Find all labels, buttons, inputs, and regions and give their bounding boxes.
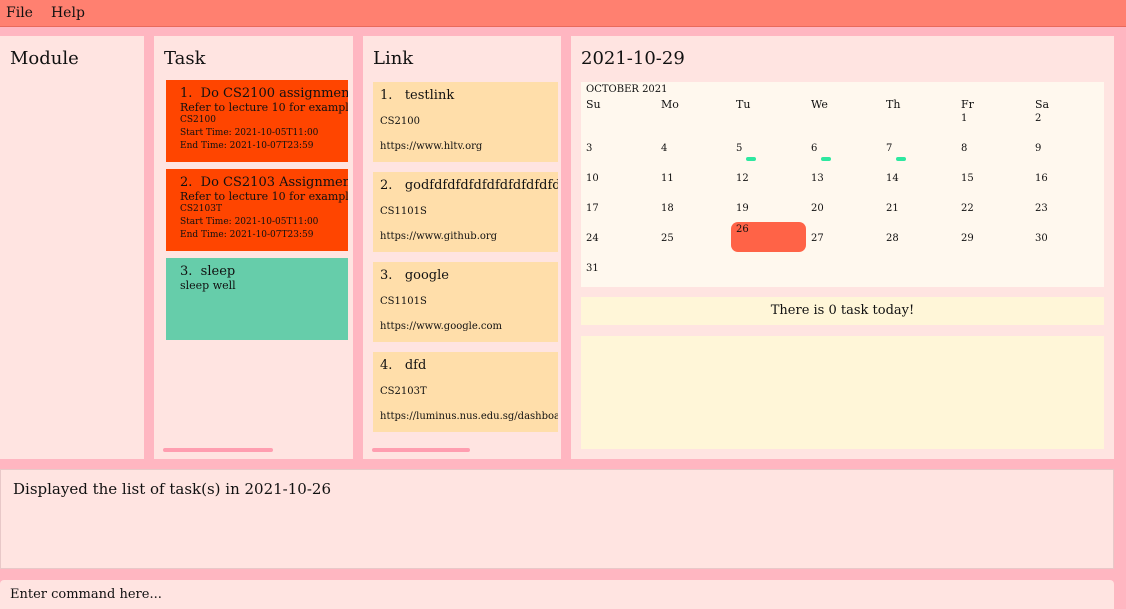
calendar-day[interactable]: 23: [1035, 203, 1048, 214]
task-description: Refer to lecture 10 for examples: [180, 190, 348, 203]
calendar-day[interactable]: 9: [1035, 143, 1041, 154]
link-url[interactable]: https://www.google.com: [380, 321, 502, 332]
menu-file[interactable]: File: [6, 5, 33, 21]
calendar-month-label: OCTOBER 2021: [586, 84, 668, 95]
link-url[interactable]: https://www.github.org: [380, 231, 497, 242]
calendar-day[interactable]: 5: [736, 143, 742, 154]
calendar-day[interactable]: 20: [811, 203, 824, 214]
menu-help[interactable]: Help: [51, 5, 85, 21]
weekday-header: We: [811, 98, 828, 111]
calendar-day[interactable]: 14: [886, 173, 899, 184]
task-indicator: [896, 157, 906, 161]
link-url[interactable]: https://www.hltv.org: [380, 141, 482, 152]
task-start-time: Start Time: 2021-10-05T11:00: [180, 217, 319, 227]
weekday-header: Sa: [1035, 98, 1050, 111]
calendar-day[interactable]: 17: [586, 203, 599, 214]
command-input[interactable]: [0, 580, 1114, 609]
task-module: CS2100: [180, 115, 216, 125]
menu-bar: File Help: [0, 0, 1126, 27]
calendar-day[interactable]: 7: [886, 143, 892, 154]
link-module: CS2103T: [380, 386, 427, 397]
calendar-day[interactable]: 12: [736, 173, 749, 184]
calendar-day[interactable]: 6: [811, 143, 817, 154]
task-title: 3. sleep: [180, 264, 236, 279]
result-display: Displayed the list of task(s) in 2021-10…: [0, 469, 1114, 569]
link-module: CS1101S: [380, 206, 427, 217]
calendar-day[interactable]: 16: [1035, 173, 1048, 184]
task-panel-title: Task: [164, 48, 206, 69]
task-horizontal-scrollbar[interactable]: [163, 448, 273, 452]
calendar-day[interactable]: 3: [586, 143, 592, 154]
calendar-panel: 2021-10-29 OCTOBER 2021 Su Mo Tu We Th Fr Sa 1 2…: [571, 36, 1114, 459]
link-panel-title: Link: [373, 48, 414, 69]
link-title: 3. google: [380, 268, 449, 283]
today-task-message: There is 0 task today!: [581, 297, 1104, 325]
month-calendar: OCTOBER 2021 Su Mo Tu We Th Fr Sa 1 2 3 4 5 6 7 8 9 10 11…: [581, 82, 1104, 287]
task-indicator: [746, 157, 756, 161]
task-end-time: End Time: 2021-10-07T23:59: [180, 141, 314, 151]
task-start-time: Start Time: 2021-10-05T11:00: [180, 128, 319, 138]
weekday-header: Th: [886, 98, 901, 111]
calendar-panel-title: 2021-10-29: [581, 48, 685, 69]
calendar-day[interactable]: 8: [961, 143, 967, 154]
calendar-day[interactable]: 1: [961, 113, 967, 124]
calendar-day[interactable]: 19: [736, 203, 749, 214]
link-card[interactable]: 4. dfd CS2103T https://luminus.nus.edu.s…: [373, 352, 558, 432]
task-card[interactable]: 2. Do CS2103 Assignment Refer to lecture…: [166, 169, 348, 251]
calendar-day[interactable]: 31: [586, 263, 599, 274]
calendar-day[interactable]: 24: [586, 233, 599, 244]
calendar-day[interactable]: 28: [886, 233, 899, 244]
link-url[interactable]: https://luminus.nus.edu.sg/dashboard: [380, 411, 558, 422]
task-description: sleep well: [180, 279, 236, 292]
weekday-header: Mo: [661, 98, 679, 111]
weekday-header: Fr: [961, 98, 974, 111]
calendar-day[interactable]: 26: [736, 224, 749, 235]
link-title: 4. dfd: [380, 358, 427, 373]
link-panel: Link 1. testlink CS2100 https://www.hltv…: [363, 36, 561, 459]
calendar-day[interactable]: 25: [661, 233, 674, 244]
calendar-day[interactable]: 21: [886, 203, 899, 214]
task-description: Refer to lecture 10 for examples: [180, 101, 348, 114]
calendar-day[interactable]: 27: [811, 233, 824, 244]
today-task-list: [581, 336, 1104, 449]
task-module: CS2103T: [180, 204, 222, 214]
module-panel: Module: [0, 36, 144, 459]
task-end-time: End Time: 2021-10-07T23:59: [180, 230, 314, 240]
calendar-day[interactable]: 29: [961, 233, 974, 244]
link-module: CS1101S: [380, 296, 427, 307]
calendar-day[interactable]: 15: [961, 173, 974, 184]
link-card[interactable]: 1. testlink CS2100 https://www.hltv.org: [373, 82, 558, 162]
module-panel-title: Module: [10, 48, 79, 69]
task-title: 1. Do CS2100 assignment: [180, 86, 348, 101]
calendar-day[interactable]: 30: [1035, 233, 1048, 244]
link-card[interactable]: 3. google CS1101S https://www.google.com: [373, 262, 558, 342]
calendar-day[interactable]: 2: [1035, 113, 1041, 124]
task-indicator: [821, 157, 831, 161]
calendar-day[interactable]: 13: [811, 173, 824, 184]
calendar-day[interactable]: 11: [661, 173, 674, 184]
calendar-day[interactable]: 22: [961, 203, 974, 214]
task-card[interactable]: 1. Do CS2100 assignment Refer to lecture…: [166, 80, 348, 162]
weekday-header: Su: [586, 98, 601, 111]
task-panel: Task 1. Do CS2100 assignment Refer to le…: [154, 36, 353, 459]
link-title: 2. godfdfdfdfdfdfdfdfdfdfd: [380, 178, 558, 193]
calendar-day[interactable]: 18: [661, 203, 674, 214]
link-card[interactable]: 2. godfdfdfdfdfdfdfdfdfdfd CS1101S https…: [373, 172, 558, 252]
task-card[interactable]: 3. sleep sleep well: [166, 258, 348, 340]
calendar-day[interactable]: 10: [586, 173, 599, 184]
link-title: 1. testlink: [380, 88, 455, 103]
link-horizontal-scrollbar[interactable]: [372, 448, 470, 452]
link-module: CS2100: [380, 116, 420, 127]
weekday-header: Tu: [736, 98, 751, 111]
calendar-day[interactable]: 4: [661, 143, 667, 154]
task-title: 2. Do CS2103 Assignment: [180, 175, 348, 190]
